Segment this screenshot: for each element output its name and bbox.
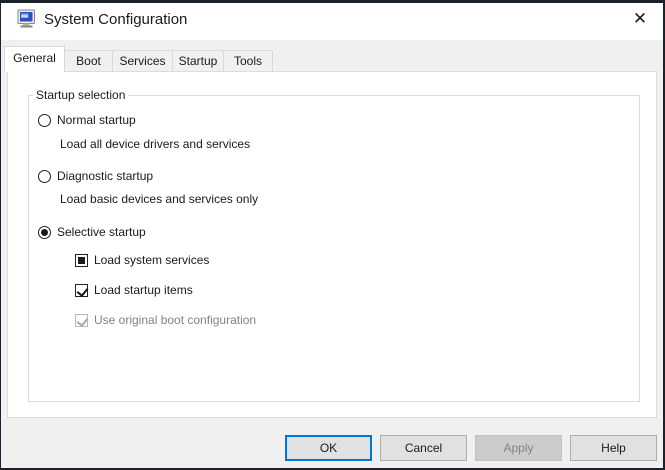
diagnostic-startup-radio[interactable]: [38, 169, 51, 183]
checkbox-row-use-original-boot-configuration: Use original boot configuration: [75, 313, 256, 327]
cancel-button[interactable]: Cancel: [380, 435, 467, 461]
checkbox-row-load-startup-items[interactable]: Load startup items: [75, 283, 193, 297]
window-title: System Configuration: [44, 11, 188, 28]
selective-startup-radio[interactable]: [38, 225, 51, 239]
ok-button[interactable]: OK: [285, 435, 372, 461]
checkbox-row-load-system-services[interactable]: Load system services: [75, 253, 209, 267]
use-original-boot-configuration-checkbox: [75, 313, 88, 327]
tab-boot[interactable]: Boot: [64, 50, 113, 71]
radio-row-selective-startup[interactable]: Selective startup: [38, 225, 146, 239]
tab-tools[interactable]: Tools: [223, 50, 273, 71]
help-button[interactable]: Help: [570, 435, 657, 461]
normal-startup-radio[interactable]: [38, 113, 51, 127]
load-startup-items-label[interactable]: Load startup items: [94, 283, 193, 297]
normal-startup-description: Load all device drivers and services: [60, 137, 251, 151]
load-system-services-checkbox[interactable]: [75, 253, 88, 267]
radio-row-diagnostic-startup[interactable]: Diagnostic startup: [38, 169, 153, 183]
normal-startup-label[interactable]: Normal startup: [57, 113, 136, 127]
msconfig-app-icon: [17, 9, 37, 29]
title-bar[interactable]: System Configuration ✕: [0, 0, 665, 40]
selective-startup-label[interactable]: Selective startup: [57, 225, 146, 239]
apply-button: Apply: [475, 435, 562, 461]
tab-general[interactable]: General: [4, 46, 65, 72]
tab-services[interactable]: Services: [112, 50, 173, 71]
diagnostic-startup-label[interactable]: Diagnostic startup: [57, 169, 153, 183]
diagnostic-startup-description: Load basic devices and services only: [60, 192, 259, 206]
load-system-services-label[interactable]: Load system services: [94, 253, 209, 267]
system-configuration-dialog: System Configuration ✕ General Boot Serv…: [0, 0, 665, 470]
startup-selection-group-label: Startup selection: [33, 88, 129, 102]
use-original-boot-configuration-label: Use original boot configuration: [94, 313, 257, 327]
close-icon[interactable]: ✕: [621, 4, 659, 34]
radio-row-normal-startup[interactable]: Normal startup: [38, 113, 136, 127]
load-startup-items-checkbox[interactable]: [75, 283, 88, 297]
tab-startup[interactable]: Startup: [172, 50, 224, 71]
